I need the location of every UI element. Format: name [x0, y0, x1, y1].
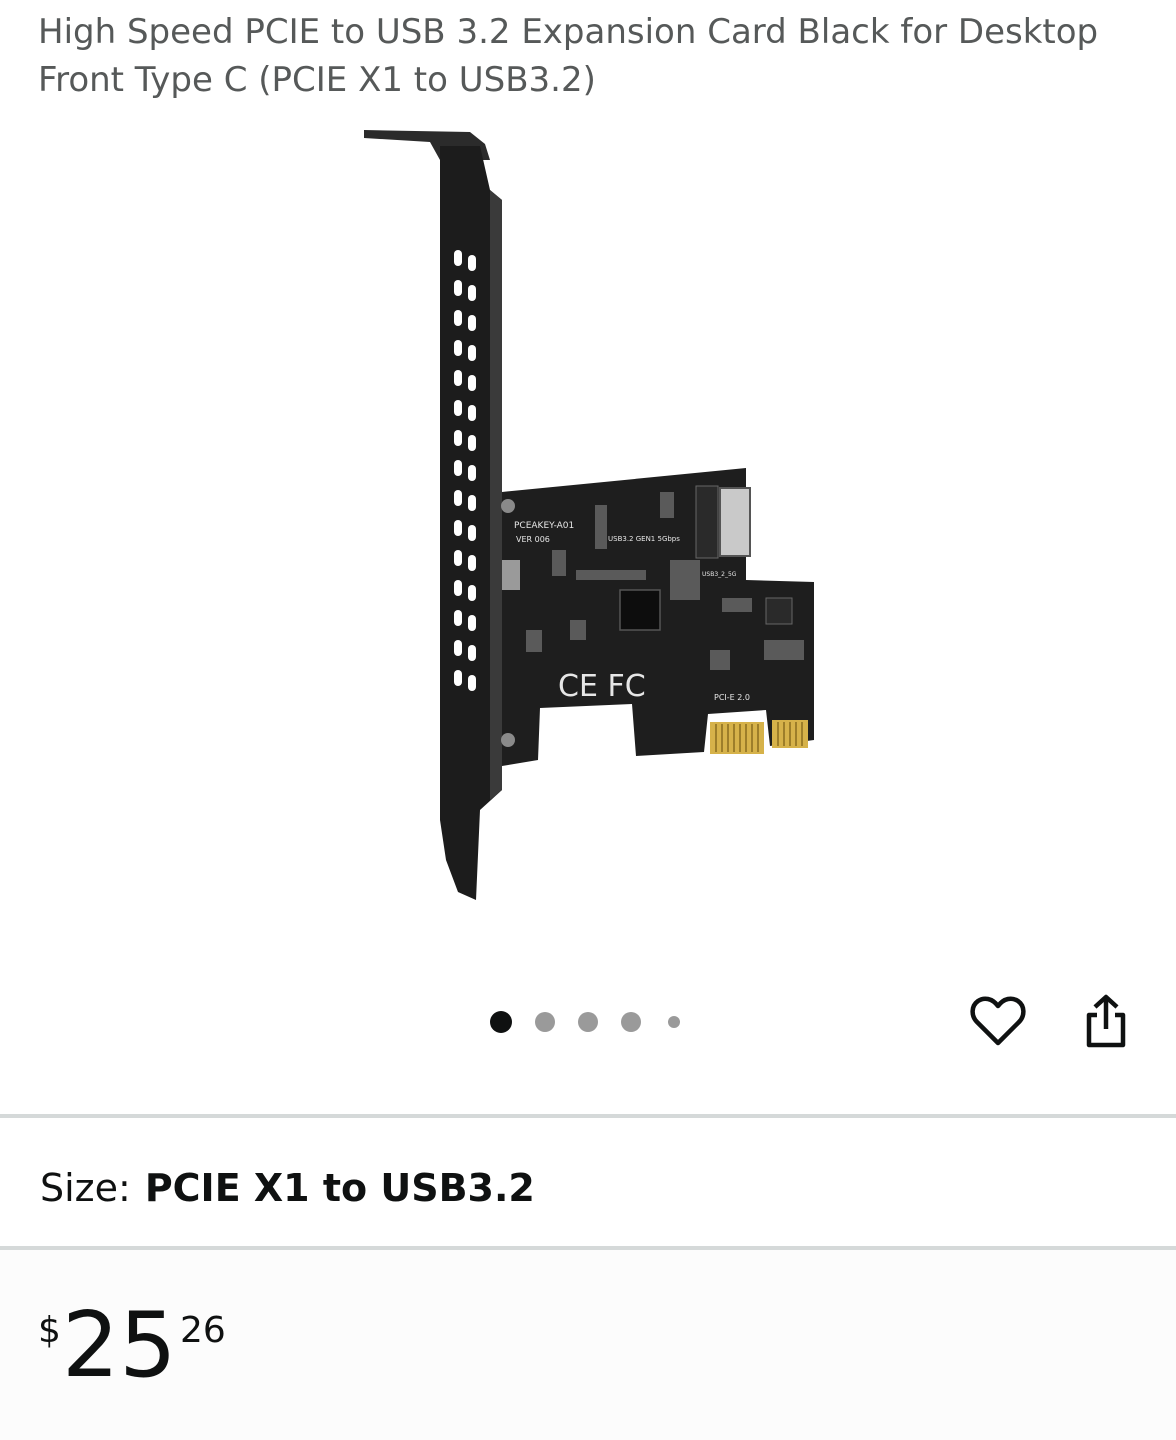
svg-text:USB3.2 GEN1 5Gbps: USB3.2 GEN1 5Gbps — [608, 535, 680, 543]
wishlist-button[interactable] — [968, 990, 1028, 1052]
carousel-dot[interactable] — [621, 1012, 641, 1032]
controller-chip — [619, 589, 661, 631]
product-image[interactable]: PCEAKEY-A01 VER 006 USB3.2 GEN1 5Gbps US… — [330, 120, 850, 920]
gold-contacts — [710, 720, 808, 754]
carousel-dot-active[interactable] — [490, 1011, 512, 1033]
price-currency-symbol: $ — [38, 1310, 61, 1351]
carousel-dot[interactable] — [535, 1012, 555, 1032]
carousel-dot[interactable] — [668, 1016, 680, 1028]
usb-header — [719, 487, 751, 557]
size-selector[interactable]: Size: PCIE X1 to USB3.2 — [40, 1160, 535, 1216]
svg-text:VER 006: VER 006 — [516, 535, 550, 544]
size-value: PCIE X1 to USB3.2 — [144, 1166, 535, 1210]
carousel-dot[interactable] — [578, 1012, 598, 1032]
product-title: High Speed PCIE to USB 3.2 Expansion Car… — [38, 12, 1099, 100]
size-label: Size: — [40, 1166, 131, 1210]
heart-icon — [970, 996, 1026, 1046]
share-icon — [1086, 994, 1126, 1048]
svg-text:USB3_2_5G: USB3_2_5G — [702, 571, 737, 578]
svg-text:PCI-E 2.0: PCI-E 2.0 — [714, 693, 750, 702]
svg-text:CE FC: CE FC — [558, 669, 646, 704]
price-fraction: 26 — [180, 1310, 226, 1351]
share-button[interactable] — [1076, 990, 1136, 1052]
carousel-indicator[interactable] — [490, 1009, 703, 1035]
svg-text:PCEAKEY-A01: PCEAKEY-A01 — [514, 521, 574, 531]
price-whole: 25 — [62, 1293, 177, 1398]
divider — [0, 1114, 1176, 1118]
